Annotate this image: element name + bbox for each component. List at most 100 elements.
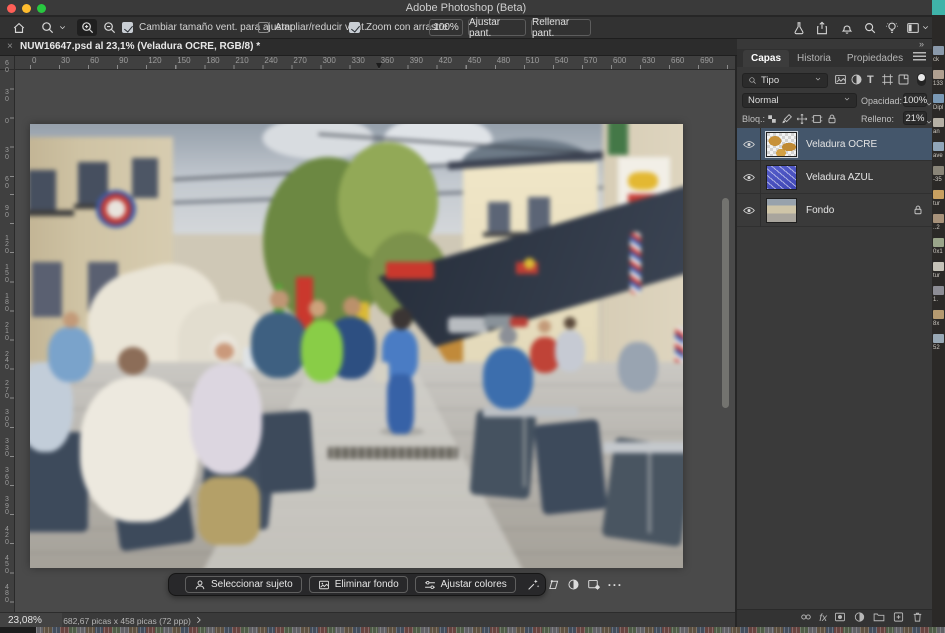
zoom-out-button[interactable]	[99, 19, 119, 36]
checkbox-resize-window[interactable]	[122, 22, 133, 33]
desktop-text-fragment: -35	[933, 177, 945, 184]
remove-background-label: Eliminar fondo	[335, 579, 399, 590]
new-layer-icon[interactable]	[892, 610, 905, 628]
ruler-tick-label: 270	[291, 56, 320, 69]
layer-name[interactable]: Fondo	[806, 205, 834, 216]
blend-mode-value: Normal	[748, 95, 779, 106]
layer-row-veladura-azul[interactable]: Veladura AZUL	[737, 161, 932, 194]
zoom-tool-icon[interactable]	[38, 19, 56, 36]
ruler-tick-label: 210	[233, 56, 262, 69]
filter-adjustment-icon[interactable]	[850, 73, 863, 91]
ruler-tick-label: 150	[0, 262, 15, 291]
ruler-tick-label: 60	[0, 58, 15, 87]
ruler-tick-label: 30	[0, 145, 15, 174]
select-subject-button[interactable]: Seleccionar sujeto	[185, 576, 302, 593]
layer-thumbnail[interactable]	[766, 132, 797, 157]
panel-dock: » Capas Historia Propiedades Tipo T Norm…	[737, 39, 932, 627]
desktop-text-fragment: tur	[933, 273, 945, 280]
layer-thumbnail[interactable]	[766, 165, 797, 190]
layer-row-fondo[interactable]: Fondo	[737, 194, 932, 227]
adjust-colors-button[interactable]: Ajustar colores	[415, 576, 516, 593]
ruler-tick-label: 0	[30, 56, 59, 69]
opacity-value[interactable]: 100%	[903, 93, 927, 107]
ruler-tick-label: 300	[0, 407, 15, 436]
layer-name[interactable]: Veladura AZUL	[806, 172, 873, 183]
search-icon[interactable]	[861, 19, 879, 36]
notifications-bell-icon[interactable]	[838, 19, 856, 36]
remove-background-button[interactable]: Eliminar fondo	[309, 576, 408, 593]
layer-name[interactable]: Veladura OCRE	[806, 139, 877, 150]
fill-screen-button[interactable]: Rellenar pant.	[531, 19, 591, 36]
visibility-eye-icon[interactable]	[742, 138, 756, 156]
layer-style-fx-icon[interactable]: fx	[819, 613, 827, 624]
contextual-taskbar: Seleccionar sujeto Eliminar fondo Ajusta…	[168, 573, 546, 596]
visibility-eye-icon[interactable]	[742, 171, 756, 189]
blend-mode-select[interactable]: Normal	[742, 93, 857, 108]
filter-shape-icon[interactable]	[881, 73, 894, 91]
ruler-tick-label: 150	[175, 56, 204, 69]
transform-icon[interactable]	[547, 578, 560, 591]
new-group-icon[interactable]	[872, 610, 886, 628]
ruler-tick-label: 90	[117, 56, 146, 69]
pasteboard[interactable]	[15, 70, 735, 612]
fill-value[interactable]: 21%	[903, 111, 927, 125]
panel-menu-icon[interactable]	[913, 52, 926, 62]
layer-row-veladura-ocre[interactable]: Veladura OCRE	[737, 128, 932, 161]
zoom-in-button[interactable]	[77, 19, 97, 36]
status-zoom-field[interactable]: 23,08%	[0, 613, 62, 628]
tab-close-icon[interactable]: ×	[7, 41, 13, 52]
ruler-tick-label: 540	[553, 56, 582, 69]
filter-type-icon[interactable]: T	[867, 74, 874, 86]
filter-toggle-icon[interactable]	[917, 73, 926, 86]
desktop-thumbnail	[933, 190, 944, 199]
ruler-tick-label: 180	[204, 56, 233, 69]
desktop-thumbnail	[933, 166, 944, 175]
checkbox-scrubby-zoom[interactable]	[349, 22, 360, 33]
canvas-image[interactable]	[30, 124, 683, 568]
document-tab-title[interactable]: NUW16647.psd al 23,1% (Veladura OCRE, RG…	[20, 41, 260, 52]
workspace-chevron-icon[interactable]	[920, 19, 930, 36]
ruler-tick-label: 450	[0, 553, 15, 582]
ruler-tick-label: 90	[0, 203, 15, 232]
status-chevron-icon[interactable]	[194, 615, 203, 627]
tab-propiedades[interactable]: Propiedades	[839, 50, 911, 67]
status-bar: 23,08% 682,67 picas x 458 picas (72 ppp)	[0, 612, 735, 627]
desktop-text-fragment: ave	[933, 153, 945, 160]
desktop-text-fragment: ..2	[933, 225, 945, 232]
ruler-tick-label: 330	[0, 436, 15, 465]
adjustment-icon[interactable]	[567, 578, 580, 591]
tab-capas[interactable]: Capas	[743, 50, 789, 67]
vertical-scrollbar-thumb[interactable]	[722, 198, 729, 408]
ruler-tick-label: 510	[524, 56, 553, 69]
discover-bulb-icon[interactable]	[883, 19, 901, 36]
tab-historia[interactable]: Historia	[789, 50, 839, 67]
layer-thumbnail[interactable]	[766, 198, 797, 223]
visibility-eye-icon[interactable]	[742, 204, 756, 222]
desktop-thumbnail	[933, 286, 944, 295]
delete-layer-icon[interactable]	[911, 610, 924, 628]
adjust-colors-label: Ajustar colores	[441, 579, 507, 590]
home-icon[interactable]	[10, 19, 28, 36]
checkbox-zoom-windows[interactable]	[258, 22, 269, 33]
modify-image-icon[interactable]	[587, 578, 601, 591]
link-layers-icon[interactable]	[799, 610, 813, 628]
ruler-tick-label: 240	[262, 56, 291, 69]
desktop-text-fragment: tur	[933, 201, 945, 208]
fit-screen-button[interactable]: Ajustar pant.	[468, 19, 526, 36]
zoom-percent-field[interactable]: 100%	[429, 19, 463, 36]
collapse-panels-icon[interactable]: »	[919, 39, 924, 49]
ruler-tick-label: 30	[0, 87, 15, 116]
share-icon[interactable]	[813, 19, 831, 36]
add-mask-icon[interactable]	[833, 610, 847, 628]
magic-wand-icon[interactable]	[527, 578, 540, 591]
desktop-thumbnail	[933, 214, 944, 223]
filter-pixel-icon[interactable]	[834, 73, 847, 91]
beta-flask-icon[interactable]	[790, 19, 808, 36]
zoom-tool-chevron-icon[interactable]	[57, 19, 67, 36]
ruler-tick-label: 420	[0, 524, 15, 553]
filter-smartobject-icon[interactable]	[897, 73, 910, 91]
adjustment-layer-icon[interactable]	[853, 610, 866, 628]
layer-filter-select[interactable]: Tipo	[742, 73, 828, 88]
more-options-icon[interactable]: ···	[608, 578, 623, 592]
document-tab-bar: × NUW16647.psd al 23,1% (Veladura OCRE, …	[0, 39, 737, 56]
